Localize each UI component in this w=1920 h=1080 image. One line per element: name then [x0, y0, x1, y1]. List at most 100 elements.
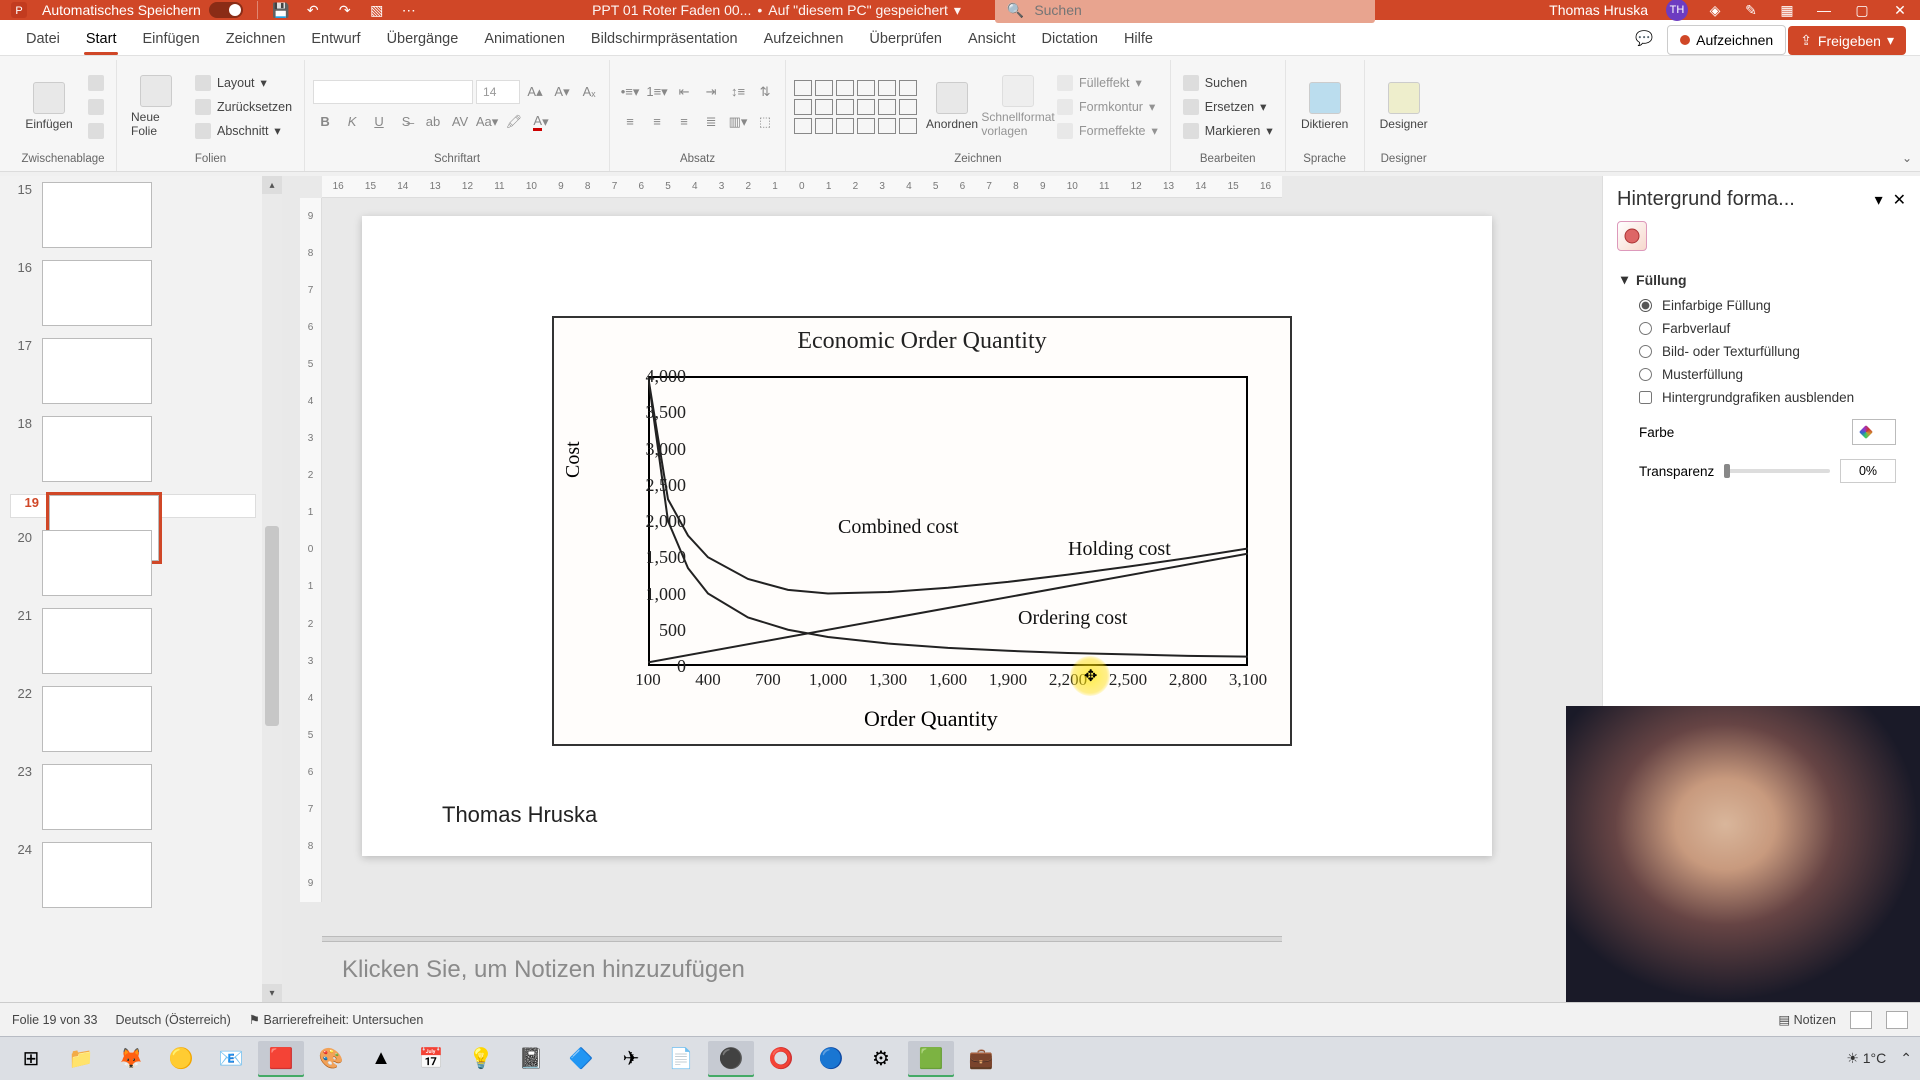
- user-name[interactable]: Thomas Hruska: [1549, 2, 1648, 18]
- taskbar-app-4[interactable]: 📄: [658, 1041, 704, 1077]
- taskbar-app-2[interactable]: 📅: [408, 1041, 454, 1077]
- search-input[interactable]: [1034, 2, 1363, 18]
- change-case-button[interactable]: Aa▾: [475, 110, 499, 134]
- arrange-button[interactable]: Anordnen: [921, 80, 983, 133]
- opt-hide-bg-graphics[interactable]: Hintergrundgrafiken ausblenden: [1621, 386, 1902, 409]
- slide-thumbnail-21[interactable]: 21: [10, 608, 256, 674]
- section-button[interactable]: Abschnitt ▾: [191, 121, 296, 141]
- minimize-button[interactable]: —: [1814, 0, 1834, 20]
- share-button[interactable]: ⇪Freigeben▾: [1788, 26, 1906, 55]
- copy-button[interactable]: [84, 97, 108, 117]
- tray-chevron-icon[interactable]: ⌃: [1900, 1050, 1912, 1067]
- designer-button[interactable]: Designer: [1373, 80, 1435, 133]
- tab-slideshow[interactable]: Bildschirmpräsentation: [579, 23, 750, 55]
- bullets-button[interactable]: •≡▾: [618, 80, 642, 104]
- start-button[interactable]: ⊞: [8, 1041, 54, 1077]
- strike-button[interactable]: S̶: [394, 110, 418, 134]
- save-icon[interactable]: 💾: [272, 1, 290, 19]
- slide-thumbnail-18[interactable]: 18: [10, 416, 256, 482]
- slide-thumbnail-15[interactable]: 15: [10, 182, 256, 248]
- slide-thumbnail-24[interactable]: 24: [10, 842, 256, 908]
- pane-close-icon[interactable]: ✕: [1893, 190, 1906, 210]
- comments-icon[interactable]: 💬: [1623, 22, 1665, 55]
- redo-icon[interactable]: ↷: [336, 1, 354, 19]
- slide-thumbnail-17[interactable]: 17: [10, 338, 256, 404]
- italic-button[interactable]: K: [340, 110, 364, 134]
- tab-record[interactable]: Aufzeichnen: [752, 23, 856, 55]
- thumbnail-scrollbar[interactable]: ▴ ▾: [262, 176, 282, 1002]
- clear-format-icon[interactable]: Aₓ: [577, 80, 601, 104]
- shapes-gallery[interactable]: [794, 80, 917, 134]
- tab-design[interactable]: Entwurf: [299, 23, 372, 55]
- taskbar-excel[interactable]: 🟩: [908, 1041, 954, 1077]
- notes-splitter[interactable]: [322, 936, 1282, 942]
- convert-smartart-button[interactable]: ⬚: [753, 110, 777, 134]
- slide-thumbnail-23[interactable]: 23: [10, 764, 256, 830]
- format-painter-button[interactable]: [84, 121, 108, 141]
- taskbar-settings[interactable]: ⚙: [858, 1041, 904, 1077]
- dictate-button[interactable]: Diktieren: [1294, 80, 1356, 133]
- taskbar-outlook[interactable]: 📧: [208, 1041, 254, 1077]
- increase-font-icon[interactable]: A▴: [523, 80, 547, 104]
- taskbar-app-7[interactable]: 💼: [958, 1041, 1004, 1077]
- find-button[interactable]: Suchen: [1179, 73, 1277, 93]
- taskbar-vlc[interactable]: ▲: [358, 1041, 404, 1077]
- increase-indent-button[interactable]: ⇥: [699, 80, 723, 104]
- taskbar-app-1[interactable]: 🎨: [308, 1041, 354, 1077]
- align-center-button[interactable]: ≡: [645, 110, 669, 134]
- tab-view[interactable]: Ansicht: [956, 23, 1028, 55]
- transparency-value[interactable]: 0%: [1840, 459, 1896, 483]
- shadow-button[interactable]: ab: [421, 110, 445, 134]
- highlight-button[interactable]: 🖍: [502, 110, 526, 134]
- tab-dictation[interactable]: Dictation: [1030, 23, 1110, 55]
- pane-options-icon[interactable]: ▾: [1875, 190, 1883, 210]
- slide-thumbnail-20[interactable]: 20: [10, 530, 256, 596]
- normal-view-button[interactable]: [1850, 1011, 1872, 1029]
- tab-file[interactable]: Datei: [14, 23, 72, 55]
- status-slide-number[interactable]: Folie 19 von 33: [12, 1013, 97, 1027]
- align-right-button[interactable]: ≡: [672, 110, 696, 134]
- opt-gradient-fill[interactable]: Farbverlauf: [1621, 317, 1902, 340]
- pen-icon[interactable]: ✎: [1742, 1, 1760, 19]
- horizontal-ruler[interactable]: 1615141312111098765432101234567891011121…: [322, 176, 1282, 198]
- scroll-thumb[interactable]: [265, 526, 279, 726]
- tab-draw[interactable]: Zeichnen: [214, 23, 298, 55]
- taskbar-app-6[interactable]: 🔵: [808, 1041, 854, 1077]
- tab-review[interactable]: Überprüfen: [857, 23, 954, 55]
- taskbar-app-v[interactable]: 🔷: [558, 1041, 604, 1077]
- opt-pattern-fill[interactable]: Musterfüllung: [1621, 363, 1902, 386]
- font-color-button[interactable]: A▾: [529, 110, 553, 134]
- shape-fill-button[interactable]: Fülleffekt ▾: [1053, 73, 1162, 93]
- transparency-slider[interactable]: [1724, 469, 1830, 473]
- char-spacing-button[interactable]: AV: [448, 110, 472, 134]
- scroll-down-icon[interactable]: ▾: [262, 984, 282, 1002]
- calendar-icon[interactable]: ▦: [1778, 1, 1796, 19]
- close-button[interactable]: ✕: [1890, 0, 1910, 20]
- underline-button[interactable]: U: [367, 110, 391, 134]
- tab-animations[interactable]: Animationen: [472, 23, 577, 55]
- opt-solid-fill[interactable]: Einfarbige Füllung: [1621, 294, 1902, 317]
- layout-button[interactable]: Layout ▾: [191, 73, 296, 93]
- bold-button[interactable]: B: [313, 110, 337, 134]
- slide-thumbnail-16[interactable]: 16: [10, 260, 256, 326]
- columns-button[interactable]: ▥▾: [726, 110, 750, 134]
- line-spacing-button[interactable]: ↕≡: [726, 80, 750, 104]
- tab-transitions[interactable]: Übergänge: [375, 23, 471, 55]
- shape-outline-button[interactable]: Formkontur ▾: [1053, 97, 1162, 117]
- decrease-font-icon[interactable]: A▾: [550, 80, 574, 104]
- font-size-select[interactable]: [476, 80, 520, 104]
- new-slide-button[interactable]: Neue Folie: [125, 73, 187, 140]
- search-box[interactable]: 🔍: [995, 0, 1375, 23]
- chart-image[interactable]: Economic Order Quantity Cost 05001,0001,…: [552, 316, 1292, 746]
- quick-access-more-icon[interactable]: ⋯: [400, 1, 418, 19]
- taskbar-onenote[interactable]: 📓: [508, 1041, 554, 1077]
- record-button[interactable]: Aufzeichnen: [1667, 25, 1786, 55]
- select-button[interactable]: Markieren ▾: [1179, 121, 1277, 141]
- vertical-ruler[interactable]: 9876543210123456789: [300, 198, 322, 902]
- reset-button[interactable]: Zurücksetzen: [191, 97, 296, 117]
- cut-button[interactable]: [84, 73, 108, 93]
- section-fill-header[interactable]: ▾Füllung: [1621, 265, 1902, 294]
- slide-thumbnail-19[interactable]: 19: [10, 494, 256, 518]
- numbering-button[interactable]: 1≡▾: [645, 80, 669, 104]
- autosave-toggle[interactable]: [209, 2, 243, 18]
